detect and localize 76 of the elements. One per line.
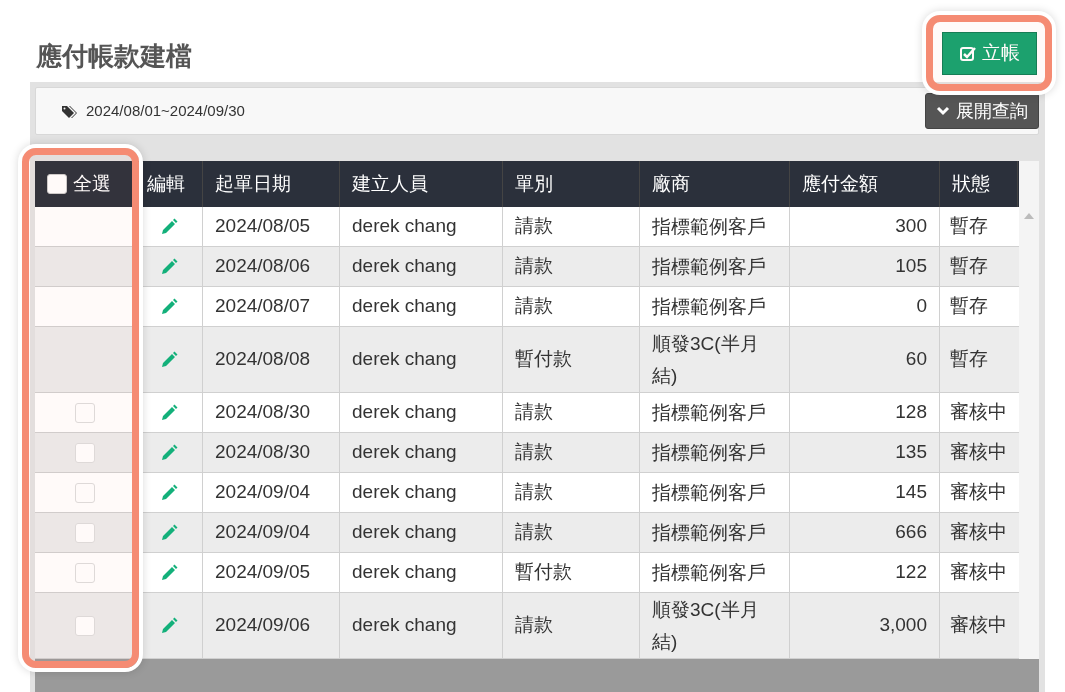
type-cell-text: 請款 [515, 214, 553, 239]
status-cell-text: 審核中 [950, 480, 1007, 505]
date-cell-text: 2024/09/04 [215, 480, 311, 505]
type-cell-text: 請款 [515, 520, 553, 545]
type-cell-text: 請款 [515, 440, 553, 465]
amount-cell-text: 666 [895, 520, 927, 545]
vendor-cell-text: 指標範例客戶 [652, 480, 766, 505]
vendor-cell-text: 順發3C(半月結) [652, 331, 760, 388]
date-cell-text: 2024/08/30 [215, 440, 311, 465]
amount-cell-text: 60 [905, 347, 927, 372]
status-cell-text: 暫存 [950, 214, 988, 239]
status-cell-text: 審核中 [950, 560, 1007, 585]
creator-cell-text: derek chang [352, 294, 457, 319]
vendor-cell-text: 指標範例客戶 [652, 560, 766, 585]
status-cell-text: 審核中 [950, 520, 1007, 545]
type-cell-text: 暫付款 [515, 347, 572, 372]
status-cell-text: 審核中 [950, 613, 1007, 638]
date-cell-text: 2024/08/07 [215, 294, 311, 319]
vendor-cell-text: 指標範例客戶 [652, 254, 766, 279]
type-cell-text: 請款 [515, 480, 553, 505]
scrollbar[interactable] [1019, 161, 1039, 659]
status-cell-text: 審核中 [950, 400, 1007, 425]
row-checkbox[interactable] [74, 522, 95, 543]
amount-cell-text: 122 [895, 560, 927, 585]
type-cell-text: 暫付款 [515, 560, 572, 585]
date-cell-text: 2024/09/04 [215, 520, 311, 545]
row-checkbox[interactable] [74, 615, 95, 636]
date-range: 2024/08/01~2024/09/30 [86, 100, 245, 121]
select-all-checkbox[interactable] [47, 174, 67, 194]
amount-cell-text: 135 [895, 440, 927, 465]
type-cell-text: 請款 [515, 400, 553, 425]
date-cell-text: 2024/08/08 [215, 347, 311, 372]
vendor-cell-text: 指標範例客戶 [652, 214, 766, 239]
creator-cell-text: derek chang [352, 480, 457, 505]
tags-icon [62, 105, 80, 119]
vendor-cell-text: 指標範例客戶 [652, 520, 766, 545]
checkbox-icon [959, 45, 976, 62]
creator-cell-text: derek chang [352, 560, 457, 585]
amount-cell-text: 128 [895, 400, 927, 425]
creator-cell-text: derek chang [352, 613, 457, 638]
vendor-cell-text: 指標範例客戶 [652, 400, 766, 425]
amount-cell-text: 0 [916, 294, 927, 319]
status-cell-text: 暫存 [950, 254, 988, 279]
row-checkbox[interactable] [74, 402, 95, 423]
row-checkbox[interactable] [74, 442, 95, 463]
row-checkbox[interactable] [74, 562, 95, 583]
amount-cell-text: 145 [895, 480, 927, 505]
type-cell-text: 請款 [515, 294, 553, 319]
status-cell-text: 暫存 [950, 294, 988, 319]
creator-cell-text: derek chang [352, 214, 457, 239]
date-cell-text: 2024/08/06 [215, 254, 311, 279]
creator-cell-text: derek chang [352, 254, 457, 279]
scroll-up-icon[interactable] [1024, 213, 1034, 219]
amount-cell-text: 300 [895, 214, 927, 239]
status-cell-text: 暫存 [950, 347, 988, 372]
creator-cell-text: derek chang [352, 520, 457, 545]
vendor-cell-text: 指標範例客戶 [652, 440, 766, 465]
status-cell-text: 審核中 [950, 440, 1007, 465]
page-title: 應付帳款建檔 [36, 40, 192, 73]
row-checkbox[interactable] [74, 482, 95, 503]
amount-cell-text: 3,000 [879, 613, 927, 638]
date-cell-text: 2024/08/30 [215, 400, 311, 425]
expand-query-button[interactable]: 展開查詢 [925, 93, 1039, 129]
type-cell-text: 請款 [515, 613, 553, 638]
creator-cell-text: derek chang [352, 400, 457, 425]
vendor-cell-text: 順發3C(半月結) [652, 597, 760, 654]
vendor-cell-text: 指標範例客戶 [652, 294, 766, 319]
select-all-label: 全選 [73, 171, 111, 196]
chevron-down-icon [936, 106, 950, 116]
creator-cell-text: derek chang [352, 347, 457, 372]
date-cell-text: 2024/09/05 [215, 560, 311, 585]
type-cell-text: 請款 [515, 254, 553, 279]
creator-cell-text: derek chang [352, 440, 457, 465]
date-cell-text: 2024/08/05 [215, 214, 311, 239]
date-cell-text: 2024/09/06 [215, 613, 311, 638]
amount-cell-text: 105 [895, 254, 927, 279]
